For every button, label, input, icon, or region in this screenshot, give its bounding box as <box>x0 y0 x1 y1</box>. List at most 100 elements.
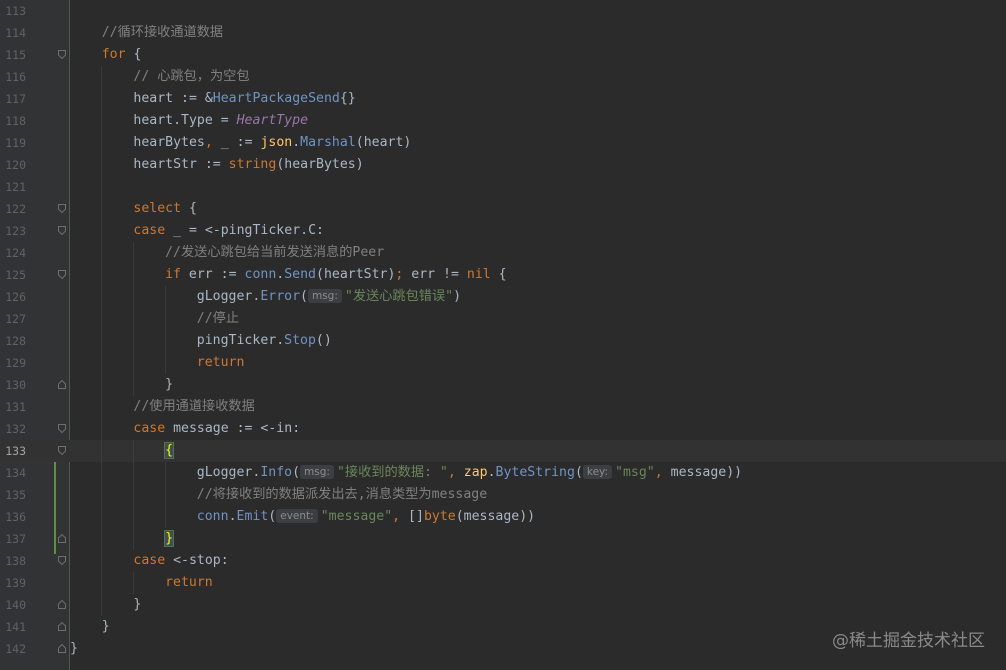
line-number[interactable]: 124 <box>4 242 26 264</box>
code-text[interactable]: select { <box>133 198 197 220</box>
fold-end-icon[interactable] <box>58 644 66 653</box>
code-text[interactable]: } <box>165 374 173 396</box>
code-text[interactable]: //发送心跳包给当前发送消息的Peer <box>165 242 384 264</box>
code-text[interactable]: } <box>70 638 78 660</box>
code-text[interactable]: heartStr := string(hearBytes) <box>133 154 363 176</box>
code-text[interactable]: } <box>164 528 175 550</box>
line-number[interactable]: 131 <box>4 396 26 418</box>
fold-end-icon[interactable] <box>58 380 66 389</box>
code-text[interactable]: return <box>197 352 245 374</box>
line-number[interactable]: 141 <box>4 616 26 638</box>
code-text[interactable]: // 心跳包，为空包 <box>133 66 249 88</box>
fold-end-icon[interactable] <box>58 534 66 543</box>
line-number[interactable]: 118 <box>4 110 26 132</box>
code-editor[interactable]: 113 114//循环接收通道数据 115 for {116// 心跳包，为空包 117… <box>0 0 1006 670</box>
code-text[interactable]: } <box>102 616 110 638</box>
code-line[interactable]: 120 heartStr := string(hearBytes) <box>0 154 1006 176</box>
code-text[interactable]: case <-stop: <box>133 550 228 572</box>
line-number[interactable]: 136 <box>4 506 26 528</box>
fold-end-icon[interactable] <box>58 622 66 631</box>
code-line[interactable]: 132 case message := <-in: <box>0 418 1006 440</box>
line-number[interactable]: 116 <box>4 66 26 88</box>
code-line[interactable]: 138 case <-stop: <box>0 550 1006 572</box>
code-text[interactable]: { <box>164 440 175 462</box>
fold-end-icon[interactable] <box>58 600 66 609</box>
code-text[interactable]: conn.Emit(event: "message", []byte(messag… <box>197 506 535 528</box>
fold-start-icon[interactable] <box>58 50 66 59</box>
code-token: Marshal <box>300 135 356 150</box>
line-number[interactable]: 138 <box>4 550 26 572</box>
fold-start-icon[interactable] <box>58 204 66 213</box>
code-line[interactable]: 118 heart.Type = HeartType <box>0 110 1006 132</box>
fold-start-icon[interactable] <box>58 556 66 565</box>
code-line[interactable]: 114 //循环接收通道数据 <box>0 22 1006 44</box>
code-line[interactable]: 139 return <box>0 572 1006 594</box>
code-text[interactable]: } <box>133 594 141 616</box>
line-number[interactable]: 123 <box>4 220 26 242</box>
line-number[interactable]: 129 <box>4 352 26 374</box>
code-line[interactable]: 129 return <box>0 352 1006 374</box>
line-number[interactable]: 125 <box>4 264 26 286</box>
line-number[interactable]: 126 <box>4 286 26 308</box>
code-line[interactable]: 136 conn.Emit(event: "message", []byte(mes… <box>0 506 1006 528</box>
code-line[interactable]: 125 if err := conn.Send(heartStr); err !=… <box>0 264 1006 286</box>
line-number[interactable]: 120 <box>4 154 26 176</box>
line-number[interactable]: 137 <box>4 528 26 550</box>
line-number[interactable]: 115 <box>4 44 26 66</box>
code-text[interactable]: heart := &HeartPackageSend{} <box>133 88 355 110</box>
code-text[interactable]: //循环接收通道数据 <box>102 22 223 44</box>
code-line[interactable]: 130} <box>0 374 1006 396</box>
line-number[interactable]: 139 <box>4 572 26 594</box>
code-text[interactable]: case message := <-in: <box>133 418 300 440</box>
line-number[interactable]: 127 <box>4 308 26 330</box>
code-line[interactable]: 124 //发送心跳包给当前发送消息的Peer <box>0 242 1006 264</box>
line-number[interactable]: 130 <box>4 374 26 396</box>
line-number[interactable]: 117 <box>4 88 26 110</box>
code-text[interactable]: return <box>165 572 213 594</box>
code-line[interactable]: 115 for { <box>0 44 1006 66</box>
code-line[interactable]: 128 pingTicker.Stop() <box>0 330 1006 352</box>
code-text[interactable]: heart.Type = HeartType <box>133 110 308 132</box>
fold-start-icon[interactable] <box>58 424 66 433</box>
code-line[interactable]: 119 hearBytes, _ := json.Marshal(heart) <box>0 132 1006 154</box>
code-line[interactable]: 121 <box>0 176 1006 198</box>
code-line[interactable]: 126 gLogger.Error(msg: "发送心跳包错误") <box>0 286 1006 308</box>
line-number[interactable]: 119 <box>4 132 26 154</box>
line-number[interactable]: 132 <box>4 418 26 440</box>
fold-start-icon[interactable] <box>58 226 66 235</box>
code-line[interactable]: 140} <box>0 594 1006 616</box>
code-line[interactable]: 116 // 心跳包，为空包 <box>0 66 1006 88</box>
line-number[interactable]: 133 <box>4 440 26 462</box>
line-number[interactable]: 140 <box>4 594 26 616</box>
code-text[interactable]: for { <box>102 44 142 66</box>
line-number[interactable]: 122 <box>4 198 26 220</box>
code-text[interactable]: //使用通道接收数据 <box>133 396 254 418</box>
line-number[interactable]: 135 <box>4 484 26 506</box>
code-text[interactable]: case _ = <-pingTicker.C: <box>133 220 324 242</box>
code-line[interactable]: 113 <box>0 0 1006 22</box>
code-line[interactable]: 131 //使用通道接收数据 <box>0 396 1006 418</box>
code-line[interactable]: 127 //停止 <box>0 308 1006 330</box>
fold-start-icon[interactable] <box>58 446 66 455</box>
code-text[interactable]: hearBytes, _ := json.Marshal(heart) <box>133 132 411 154</box>
code-text[interactable]: //停止 <box>197 308 239 330</box>
code-text[interactable]: pingTicker.Stop() <box>197 330 332 352</box>
line-number[interactable]: 142 <box>4 638 26 660</box>
code-text[interactable]: if err := conn.Send(heartStr); err != ni… <box>165 264 507 286</box>
code-line[interactable]: 123 case _ = <-pingTicker.C: <box>0 220 1006 242</box>
code-line[interactable]: 137} <box>0 528 1006 550</box>
code-line[interactable]: 134 gLogger.Info(msg: "接收到的数据: ", zap.Byte… <box>0 462 1006 484</box>
code-text[interactable]: gLogger.Info(msg: "接收到的数据: ", zap.ByteStr… <box>197 462 742 484</box>
line-number[interactable]: 121 <box>4 176 26 198</box>
line-number[interactable]: 128 <box>4 330 26 352</box>
line-number[interactable]: 114 <box>4 22 26 44</box>
code-line[interactable]: 122 select { <box>0 198 1006 220</box>
code-text[interactable]: //将接收到的数据派发出去,消息类型为message <box>197 484 487 506</box>
line-number[interactable]: 134 <box>4 462 26 484</box>
code-text[interactable]: gLogger.Error(msg: "发送心跳包错误") <box>197 286 461 308</box>
code-line[interactable]: 135 //将接收到的数据派发出去,消息类型为message <box>0 484 1006 506</box>
fold-start-icon[interactable] <box>58 270 66 279</box>
line-number[interactable]: 113 <box>4 0 26 22</box>
code-line[interactable]: 133 { <box>0 440 1006 462</box>
code-line[interactable]: 117 heart := &HeartPackageSend{} <box>0 88 1006 110</box>
